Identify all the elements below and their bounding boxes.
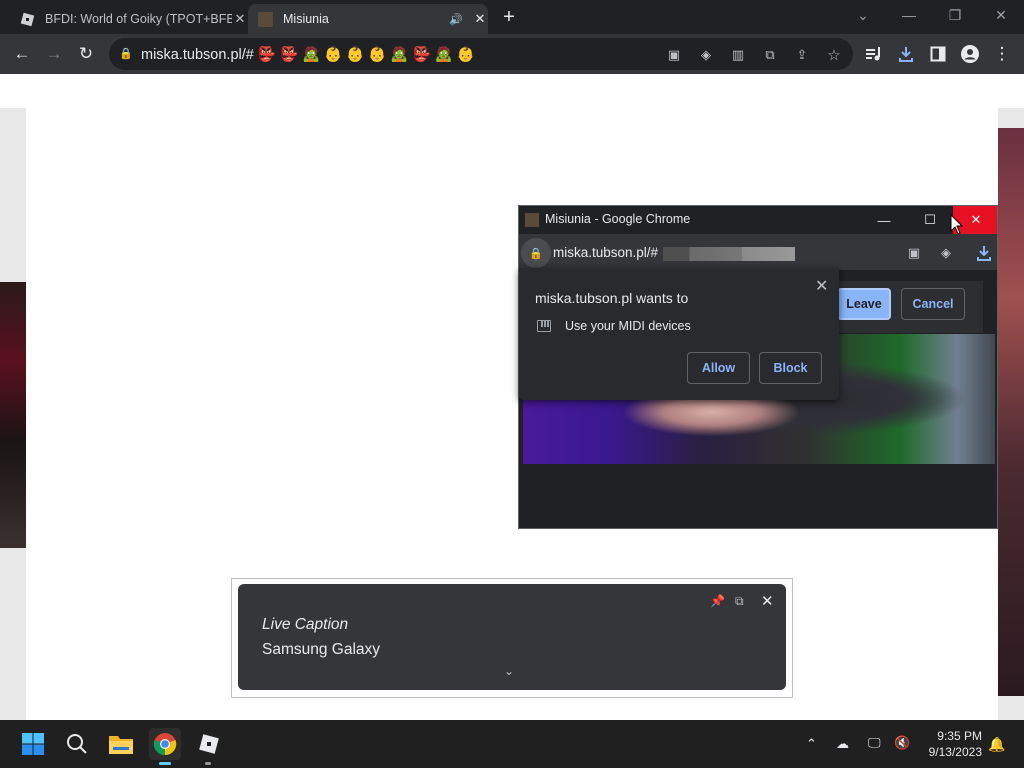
roblox-favicon-icon [20,12,35,27]
audio-icon[interactable]: 🔊 [448,11,464,27]
star-icon[interactable]: ☆ [825,46,843,64]
chrome-icon[interactable] [149,728,181,760]
close-icon[interactable]: ✕ [815,276,828,296]
close-icon[interactable]: ✕ [761,592,774,610]
background-photo-left [0,282,26,548]
close-window-button[interactable]: ✕ [978,0,1024,30]
roblox-icon[interactable] [193,728,225,760]
cancel-button[interactable]: Cancel [901,288,965,320]
forward-button[interactable]: → [42,42,66,66]
redacted-url-part [663,247,795,261]
download-icon[interactable] [894,42,918,66]
popup-address-bar[interactable]: 🔒 miska.tubson.pl/# ▣ ◈ [519,234,997,270]
onedrive-icon[interactable]: ☁ [836,736,849,752]
site-favicon-icon [258,11,273,27]
share-icon[interactable]: ⇪ [793,46,811,64]
background-photo-right [998,128,1024,696]
permission-title: miska.tubson.pl wants to [535,290,689,306]
address-bar[interactable]: 🔒 miska.tubson.pl/# 👺 👺 🧟 👶 👶 👶 🧟 👺 🧟 👶 … [109,38,853,70]
new-tab-button[interactable]: + [498,6,520,28]
download-icon[interactable] [975,244,993,262]
start-button[interactable] [17,728,49,760]
close-tab-icon[interactable]: ✕ [232,11,248,27]
midi-icon [537,320,551,332]
restore-button[interactable]: ❐ [932,0,978,30]
chevron-down-icon[interactable]: ⌄ [504,664,514,678]
notification-bell-icon[interactable]: 🔔 [988,736,1005,753]
sidepanel-icon[interactable] [926,42,950,66]
minimize-button[interactable]: — [886,0,932,30]
translate-icon[interactable]: ⧉ [761,46,779,64]
url-text[interactable]: miska.tubson.pl/# 👺 👺 🧟 👶 👶 👶 🧟 👺 🧟 👶 [141,46,475,63]
site-favicon-icon [525,213,539,227]
file-explorer-icon[interactable] [105,728,137,760]
extension-icon[interactable]: ◈ [937,244,955,262]
popup-titlebar[interactable]: Misiunia - Google Chrome — ☐ ✕ [519,206,997,234]
volume-muted-icon[interactable]: 🔇 [894,735,910,751]
live-caption-panel[interactable]: 📌 ⧉ ✕ Live Caption Samsung Galaxy ⌄ [238,584,786,690]
tab-title: BFDI: World of Goiky (TPOT+BFB [45,12,232,26]
mouse-cursor-icon [950,214,964,235]
lock-icon[interactable]: 🔒 [119,47,133,60]
block-button[interactable]: Block [759,352,822,384]
permission-prompt: miska.tubson.pl wants to ✕ Use your MIDI… [519,268,839,400]
menu-icon[interactable]: ⋮ [990,42,1014,66]
tab-search-icon[interactable]: ⌄ [840,0,886,30]
back-button[interactable]: ← [10,42,34,66]
tab-title: Misiunia [283,12,329,26]
extension-icon[interactable]: ◈ [697,46,715,64]
profile-icon[interactable] [958,42,982,66]
tab-bfdi[interactable]: BFDI: World of Goiky (TPOT+BFB ✕ [8,4,248,34]
leave-button[interactable]: Leave [837,288,891,320]
clock-date[interactable]: 9/13/2023 [918,745,982,759]
active-app-indicator [159,762,171,765]
minimize-button[interactable]: — [861,206,907,234]
lock-icon[interactable]: 🔒 [521,238,551,268]
permission-request: Use your MIDI devices [565,319,691,333]
chevron-up-icon[interactable]: ⌃ [806,736,817,752]
popup-url[interactable]: miska.tubson.pl/# [553,245,658,260]
pin-icon[interactable]: 📌 [710,594,725,608]
expand-icon[interactable]: ⧉ [735,594,744,609]
maximize-button[interactable]: ☐ [907,206,953,234]
columns-icon[interactable]: ▥ [729,46,747,64]
popup-title: Misiunia - Google Chrome [545,212,691,226]
close-tab-icon[interactable]: ✕ [472,11,488,27]
live-caption-text: Samsung Galaxy [262,641,381,658]
media-icon[interactable] [862,42,886,66]
popup-blocked-icon[interactable]: ▣ [905,244,923,262]
search-icon[interactable] [61,728,93,760]
popup-blocked-icon[interactable]: ▣ [665,46,683,64]
allow-button[interactable]: Allow [687,352,750,384]
live-caption-title: Live Caption [262,616,349,633]
tab-misiunia[interactable]: Misiunia 🔊 ✕ [248,4,488,34]
app-indicator [205,762,211,765]
reload-button[interactable]: ↻ [74,42,98,66]
network-icon[interactable]: 🖵 [868,735,881,751]
clock-time[interactable]: 9:35 PM [926,729,982,743]
